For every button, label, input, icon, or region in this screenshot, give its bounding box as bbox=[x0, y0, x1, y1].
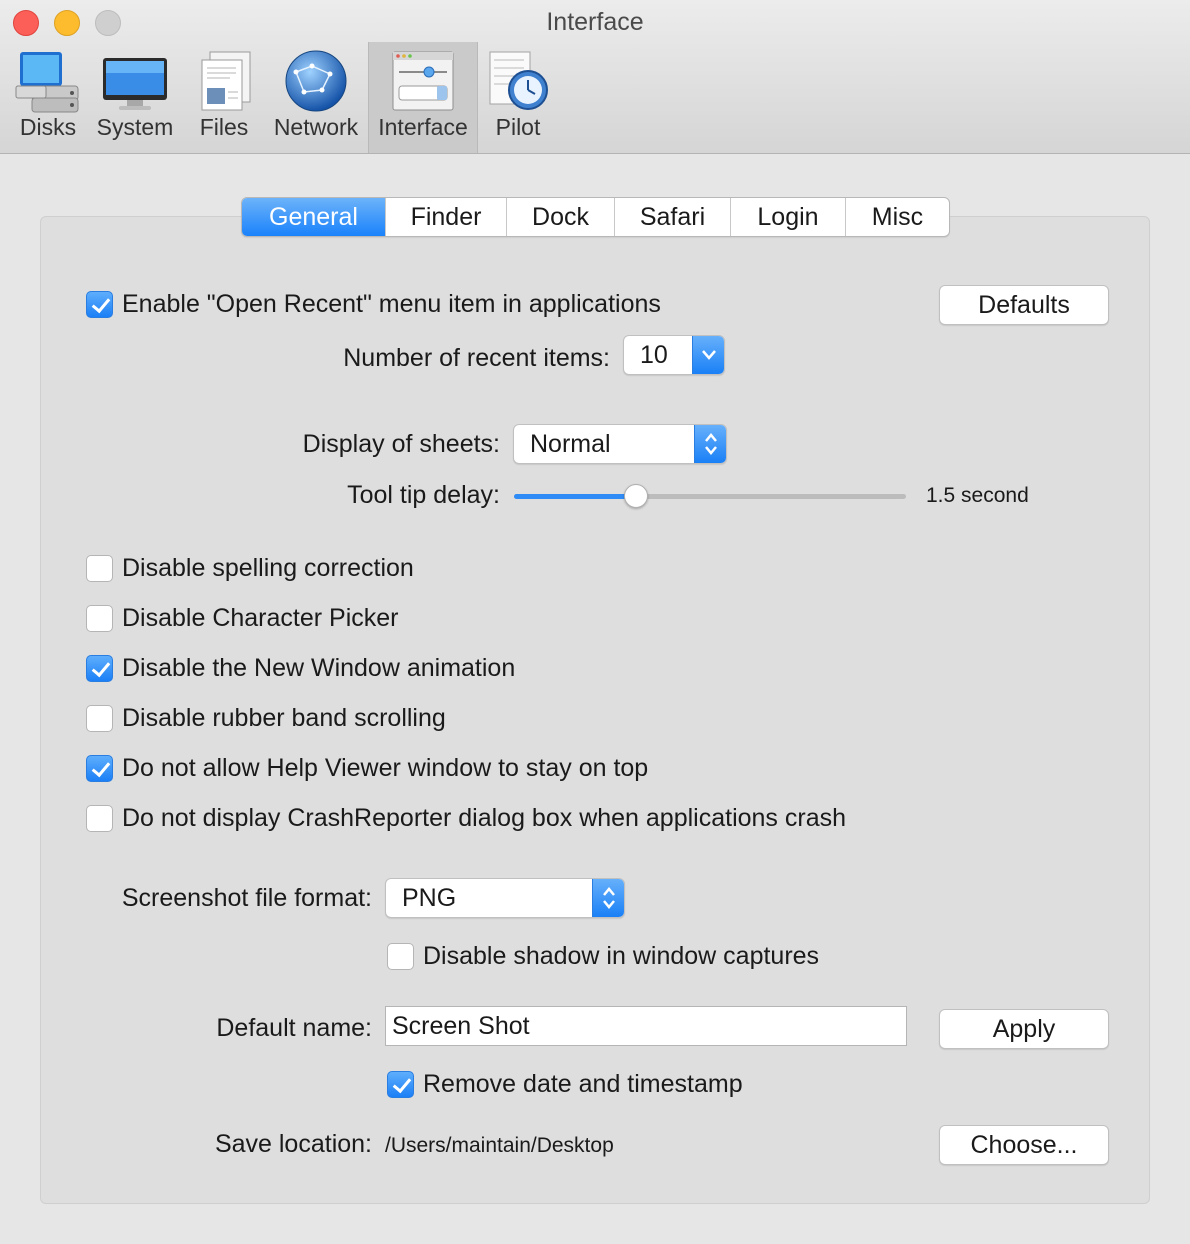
open-recent-checkbox-row[interactable]: Enable "Open Recent" menu item in applic… bbox=[86, 290, 661, 319]
apply-button[interactable]: Apply bbox=[939, 1009, 1109, 1049]
tab-misc[interactable]: Misc bbox=[845, 198, 949, 236]
sheets-label: Display of sheets: bbox=[302, 430, 500, 458]
tab-login[interactable]: Login bbox=[730, 198, 845, 236]
toolbar-item-interface[interactable]: Interface bbox=[368, 42, 478, 153]
checkbox-label: Do not allow Help Viewer window to stay … bbox=[122, 754, 649, 782]
tab-bar: General Finder Dock Safari Login Misc bbox=[241, 197, 950, 237]
window-title: Interface bbox=[546, 8, 644, 36]
toolbar-label: Files bbox=[199, 114, 249, 140]
checkbox-label: Remove date and timestamp bbox=[423, 1070, 743, 1098]
sheets-popup[interactable]: Normal bbox=[513, 424, 727, 464]
toolbar-item-disks[interactable]: Disks bbox=[10, 42, 86, 153]
chevron-down-icon bbox=[692, 336, 724, 374]
open-recent-checkbox[interactable] bbox=[86, 291, 113, 318]
remove-timestamp-checkbox[interactable] bbox=[387, 1071, 414, 1098]
tab-finder[interactable]: Finder bbox=[385, 198, 506, 236]
checkbox-label: Disable Character Picker bbox=[122, 604, 399, 632]
checkbox-label: Disable the New Window animation bbox=[122, 654, 516, 682]
checkbox-label: Disable rubber band scrolling bbox=[122, 704, 446, 732]
toolbar-label: Network bbox=[273, 114, 359, 140]
default-name-label: Default name: bbox=[216, 1014, 372, 1042]
help-viewer-on-top-checkbox[interactable] bbox=[86, 755, 113, 782]
tab-general[interactable]: General bbox=[242, 198, 385, 236]
save-location-path: /Users/maintain/Desktop bbox=[385, 1134, 614, 1157]
slider-knob[interactable] bbox=[623, 484, 648, 508]
up-down-chevron-icon bbox=[592, 879, 624, 917]
disable-window-animation-row[interactable]: Disable the New Window animation bbox=[86, 654, 515, 683]
toolbar-label: System bbox=[96, 114, 174, 140]
monitor-icon bbox=[101, 48, 169, 114]
tooltip-delay-slider[interactable] bbox=[514, 484, 906, 508]
tooltip-delay-value: 1.5 second bbox=[926, 484, 1029, 507]
disable-spelling-row[interactable]: Disable spelling correction bbox=[86, 554, 414, 583]
tab-safari[interactable]: Safari bbox=[614, 198, 730, 236]
toolbar-item-pilot[interactable]: Pilot bbox=[484, 42, 552, 153]
sheets-value: Normal bbox=[530, 430, 611, 458]
up-down-chevron-icon bbox=[694, 425, 726, 463]
disable-character-picker-row[interactable]: Disable Character Picker bbox=[86, 604, 399, 633]
toolbar-label: Interface bbox=[378, 114, 468, 140]
screenshot-format-label: Screenshot file format: bbox=[121, 884, 372, 912]
choose-button[interactable]: Choose... bbox=[939, 1125, 1109, 1165]
defaults-button[interactable]: Defaults bbox=[939, 285, 1109, 325]
toolbar-item-system[interactable]: System bbox=[92, 42, 178, 153]
open-recent-label: Enable "Open Recent" menu item in applic… bbox=[122, 290, 661, 318]
disable-spelling-checkbox[interactable] bbox=[86, 555, 113, 582]
save-location-label: Save location: bbox=[214, 1130, 372, 1158]
recent-items-value: 10 bbox=[640, 341, 668, 369]
recent-items-label: Number of recent items: bbox=[343, 344, 610, 372]
toolbar-label: Pilot bbox=[495, 114, 541, 140]
files-icon bbox=[190, 48, 258, 114]
interface-icon bbox=[389, 48, 457, 114]
window-titlebar: Interface Disks System Files Network Int… bbox=[0, 0, 1190, 154]
crashreporter-checkbox[interactable] bbox=[86, 805, 113, 832]
checkbox-label: Disable spelling correction bbox=[122, 554, 414, 582]
disable-rubber-band-checkbox[interactable] bbox=[86, 705, 113, 732]
crashreporter-row[interactable]: Do not display CrashReporter dialog box … bbox=[86, 804, 846, 833]
tab-dock[interactable]: Dock bbox=[506, 198, 614, 236]
tooltip-delay-label: Tool tip delay: bbox=[347, 481, 500, 509]
screenshot-format-popup[interactable]: PNG bbox=[385, 878, 625, 918]
slider-fill bbox=[514, 494, 636, 499]
screenshot-format-value: PNG bbox=[402, 884, 457, 912]
help-viewer-on-top-row[interactable]: Do not allow Help Viewer window to stay … bbox=[86, 754, 648, 783]
pilot-clock-icon bbox=[484, 48, 552, 114]
remove-timestamp-row[interactable]: Remove date and timestamp bbox=[387, 1070, 743, 1099]
toolbar-label: Disks bbox=[19, 114, 77, 140]
checkbox-label: Disable shadow in window captures bbox=[423, 942, 820, 970]
disable-window-animation-checkbox[interactable] bbox=[86, 655, 113, 682]
network-globe-icon bbox=[282, 48, 350, 114]
disable-character-picker-checkbox[interactable] bbox=[86, 605, 113, 632]
toolbar-item-network[interactable]: Network bbox=[268, 42, 364, 153]
toolbar-item-files[interactable]: Files bbox=[188, 42, 260, 153]
recent-items-popup[interactable]: 10 bbox=[623, 335, 725, 375]
disable-shadow-checkbox[interactable] bbox=[387, 943, 414, 970]
checkbox-label: Do not display CrashReporter dialog box … bbox=[122, 804, 847, 832]
disable-rubber-band-row[interactable]: Disable rubber band scrolling bbox=[86, 704, 446, 733]
disable-shadow-row[interactable]: Disable shadow in window captures bbox=[387, 942, 819, 971]
default-name-input[interactable] bbox=[385, 1006, 907, 1046]
disks-icon bbox=[14, 48, 82, 114]
